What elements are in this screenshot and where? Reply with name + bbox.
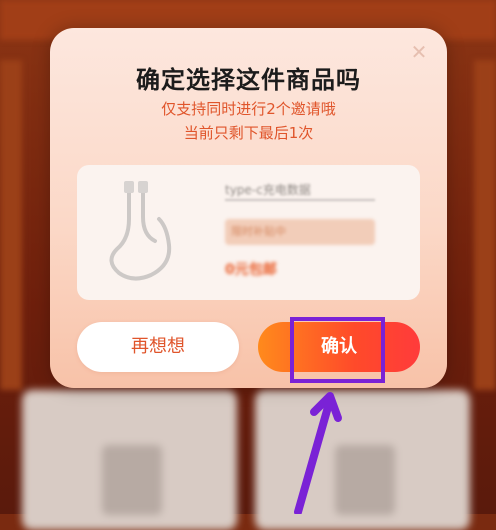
product-price: 0元包邮 <box>225 262 277 278</box>
background-product-thumb <box>102 445 162 515</box>
product-card: type-c充电数据 限时补贴中 0元包邮 <box>77 165 420 300</box>
cable-icon <box>109 181 172 281</box>
background-side-right <box>474 60 496 390</box>
annotation-arrow-icon <box>294 392 342 514</box>
close-icon[interactable]: ✕ <box>409 42 429 62</box>
background-product-card <box>22 390 237 530</box>
confirm-dialog: ✕ 确定选择这件商品吗 仅支持同时进行2个邀请哦 当前只剩下最后1次 type-… <box>50 28 447 388</box>
dialog-subtitle-line1: 仅支持同时进行2个邀请哦 <box>161 100 336 118</box>
annotation-highlight-box <box>290 317 385 383</box>
product-name: type-c充电数据 <box>225 183 311 197</box>
dialog-subtitle-line2: 当前只剩下最后1次 <box>183 124 314 142</box>
cancel-button[interactable]: 再想想 <box>77 322 239 372</box>
product-name-underline <box>225 199 375 201</box>
background-side-left <box>0 60 22 390</box>
product-tag: 限时补贴中 <box>225 219 375 245</box>
dialog-title: 确定选择这件商品吗 <box>136 66 361 94</box>
